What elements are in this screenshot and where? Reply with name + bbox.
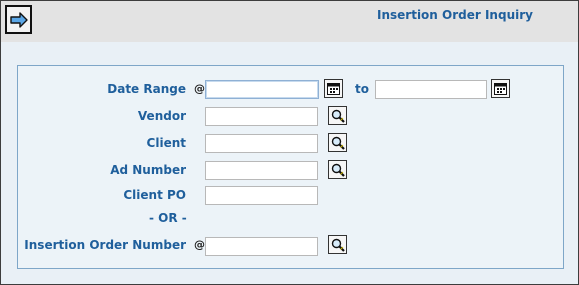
vendor-label: Vendor — [137, 109, 186, 123]
magnifier-icon — [331, 238, 345, 252]
vendor-lookup-button[interactable] — [328, 106, 347, 125]
page-title: Insertion Order Inquiry — [377, 8, 533, 22]
ad-number-label: Ad Number — [110, 163, 186, 177]
client-po-label: Client PO — [123, 188, 186, 202]
magnifier-icon — [331, 136, 345, 150]
date-from-input[interactable] — [205, 80, 319, 99]
window-frame: Insertion Order Inquiry Date Range @ to … — [0, 0, 579, 285]
date-to-input[interactable] — [375, 80, 487, 99]
go-button[interactable] — [5, 5, 32, 34]
insertion-order-number-label: Insertion Order Number — [24, 238, 186, 252]
arrow-right-icon — [9, 11, 28, 28]
calendar-icon — [494, 83, 507, 95]
client-input[interactable] — [205, 134, 318, 153]
date-to-calendar-button[interactable] — [491, 79, 510, 98]
required-marker: @ — [194, 82, 205, 95]
ad-number-lookup-button[interactable] — [328, 160, 347, 179]
vendor-input[interactable] — [205, 107, 318, 126]
magnifier-icon — [331, 163, 345, 177]
client-po-input[interactable] — [205, 186, 318, 205]
magnifier-icon — [331, 109, 345, 123]
date-from-calendar-button[interactable] — [324, 79, 343, 98]
client-lookup-button[interactable] — [328, 133, 347, 152]
header-bar: Insertion Order Inquiry — [1, 1, 578, 42]
or-separator: - OR - — [149, 211, 187, 225]
insertion-order-lookup-button[interactable] — [328, 235, 347, 254]
required-marker: @ — [194, 238, 205, 251]
insertion-order-number-input[interactable] — [205, 237, 318, 256]
date-to-label: to — [355, 82, 369, 96]
ad-number-input[interactable] — [205, 161, 318, 180]
calendar-icon — [327, 83, 340, 95]
client-label: Client — [146, 136, 186, 150]
date-range-label: Date Range — [107, 82, 186, 96]
